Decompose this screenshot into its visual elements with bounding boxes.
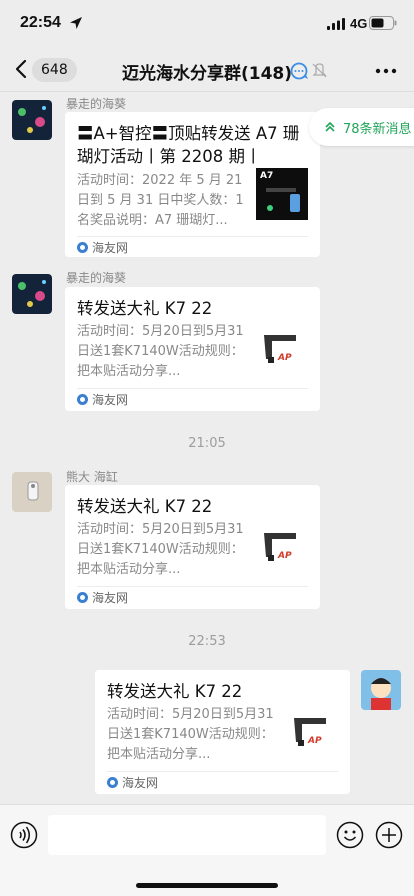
input-bar [0, 804, 414, 896]
card-description: 活动时间：5月20日到5月31日送1套K7140W活动规则：把本贴活动分享... [77, 324, 244, 379]
source-logo-icon [77, 394, 88, 405]
nav-bar: 648 迈光海水分享群(148) [0, 48, 414, 92]
card-description: 活动时间：5月20日到5月31日送1套K7140W活动规则：把本贴活动分享... [77, 522, 244, 577]
signal-bars-icon [327, 18, 345, 30]
link-card[interactable]: 转发送大礼 K7 22 活动时间：5月20日到5月31日送1套K7140W活动规… [65, 287, 320, 411]
source-logo-icon [77, 242, 88, 253]
voice-icon[interactable] [10, 821, 38, 849]
timestamp: 22:53 [188, 634, 226, 649]
source-name: 海友网 [92, 241, 129, 255]
avatar[interactable] [12, 100, 52, 140]
new-messages-button[interactable]: 78条新消息 [309, 108, 414, 146]
more-dots-icon[interactable] [374, 62, 398, 80]
location-arrow-icon [70, 17, 82, 29]
card-description: 活动时间：2022 年 5 月 21 日到 5 月 31 日中奖人数：1 名奖品… [77, 173, 244, 228]
double-chevron-up-icon [325, 121, 335, 132]
card-title: 〓A+智控〓顶贴转发送 A7 珊瑚灯活动丨第 2208 期丨 [77, 124, 300, 166]
source-name: 海友网 [122, 776, 159, 790]
timestamp: 21:05 [188, 436, 226, 451]
back-chevron-icon[interactable] [12, 58, 32, 80]
card-thumbnail: AP [256, 523, 308, 575]
plus-icon[interactable] [375, 821, 403, 849]
battery-icon [369, 16, 397, 30]
source-logo-icon [107, 777, 118, 788]
card-thumbnail: AP [256, 325, 308, 377]
network-type: 4G [350, 16, 368, 31]
avatar[interactable] [361, 670, 401, 710]
source-name: 海友网 [92, 591, 129, 605]
thumbnail-text: AP [278, 551, 292, 561]
new-messages-label: 78条新消息 [343, 122, 412, 137]
card-source: 海友网 [77, 239, 128, 256]
card-description: 活动时间：5月20日到5月31日送1套K7140W活动规则：把本贴活动分享... [107, 707, 274, 762]
card-title: 转发送大礼 K7 22 [77, 299, 213, 318]
card-source: 海友网 [77, 589, 128, 606]
avatar[interactable] [12, 472, 52, 512]
speech-bubble-icon [290, 62, 308, 80]
sender-name: 熊大 海缸 [66, 470, 118, 484]
sender-name: 暴走的海葵 [66, 97, 127, 111]
group-status-icons [290, 62, 327, 80]
link-card[interactable]: 转发送大礼 K7 22 活动时间：5月20日到5月31日送1套K7140W活动规… [65, 485, 320, 609]
card-thumbnail: A7 [256, 168, 308, 220]
source-name: 海友网 [92, 393, 129, 407]
thumbnail-text: AP [278, 353, 292, 363]
mute-bell-icon [312, 63, 327, 78]
card-source: 海友网 [107, 774, 158, 791]
link-card[interactable]: 转发送大礼 K7 22 活动时间：5月20日到5月31日送1套K7140W活动规… [95, 670, 350, 794]
emoji-icon[interactable] [336, 821, 364, 849]
card-title: 转发送大礼 K7 22 [77, 497, 213, 516]
status-time: 22:54 [20, 14, 61, 31]
thumbnail-text: AP [308, 736, 322, 746]
home-indicator [136, 883, 278, 888]
card-divider [107, 771, 338, 772]
chat-message-list[interactable]: 暴走的海葵 〓A+智控〓顶贴转发送 A7 珊瑚灯活动丨第 2208 期丨 活动时… [0, 92, 414, 804]
sender-name: 暴走的海葵 [66, 271, 127, 285]
source-logo-icon [77, 592, 88, 603]
card-thumbnail: AP [286, 708, 338, 760]
card-divider [77, 586, 308, 587]
status-bar: 22:54 4G [0, 0, 414, 48]
card-source: 海友网 [77, 391, 128, 408]
message-input[interactable] [48, 815, 326, 855]
card-title: 转发送大礼 K7 22 [107, 682, 243, 701]
card-divider [77, 236, 308, 237]
chat-title: 迈光海水分享群(148) [122, 64, 293, 84]
unread-count-badge[interactable]: 648 [32, 58, 77, 82]
card-divider [77, 388, 308, 389]
avatar[interactable] [12, 274, 52, 314]
link-card[interactable]: 〓A+智控〓顶贴转发送 A7 珊瑚灯活动丨第 2208 期丨 活动时间：2022… [65, 112, 320, 257]
